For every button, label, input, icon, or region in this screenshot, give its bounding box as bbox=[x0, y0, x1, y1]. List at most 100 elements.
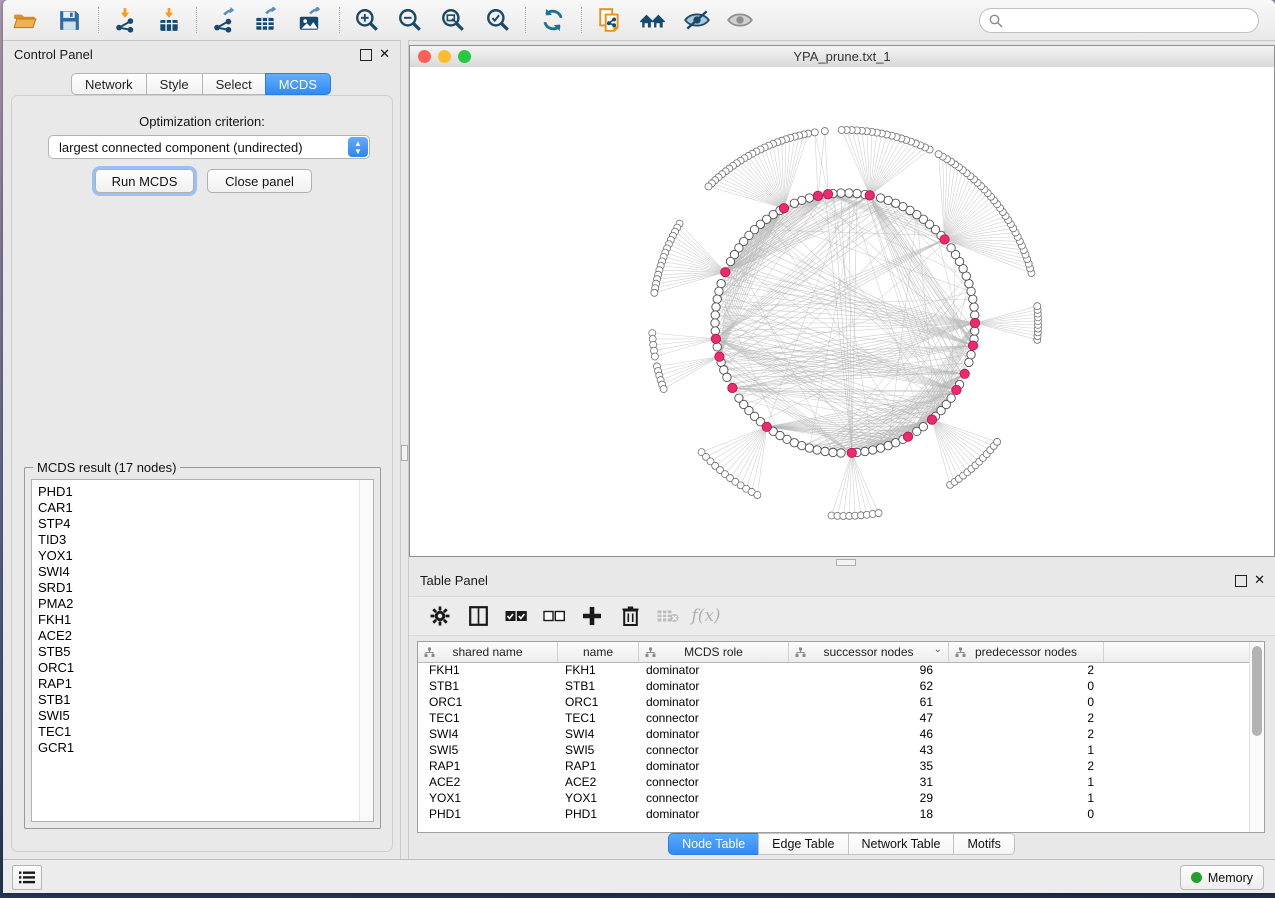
cell-shared-name[interactable]: ACE2 bbox=[418, 774, 558, 790]
table-row[interactable]: RAP1RAP1dominator352 bbox=[418, 758, 1250, 774]
export-image-icon[interactable] bbox=[292, 3, 326, 37]
cell-predecessor-nodes[interactable]: 0 bbox=[949, 694, 1104, 710]
first-neighbors-icon[interactable] bbox=[636, 3, 670, 37]
close-panel-button[interactable]: Close panel bbox=[207, 169, 312, 193]
split-columns-icon[interactable] bbox=[467, 604, 489, 628]
select-all-checkboxes-icon[interactable] bbox=[505, 604, 527, 628]
mcds-result-scrollbar[interactable] bbox=[359, 480, 373, 821]
hide-selected-icon[interactable] bbox=[680, 3, 714, 37]
cell-successor-nodes[interactable]: 61 bbox=[789, 694, 949, 710]
tab-style[interactable]: Style bbox=[146, 73, 203, 95]
criterion-dropdown[interactable]: largest connected component (undirected)… bbox=[48, 135, 370, 159]
mcds-result-item[interactable]: SRD1 bbox=[32, 580, 359, 596]
sort-chevron-icon[interactable]: ⌄ bbox=[934, 644, 942, 655]
deselect-all-checkboxes-icon[interactable] bbox=[543, 604, 565, 628]
table-row[interactable]: SWI5SWI5connector431 bbox=[418, 742, 1250, 758]
delete-column-icon[interactable] bbox=[619, 604, 641, 628]
column-header-successor-nodes[interactable]: successor nodes⌄ bbox=[789, 642, 949, 662]
cell-MCDS-role[interactable]: dominator bbox=[639, 694, 789, 710]
cell-successor-nodes[interactable]: 96 bbox=[789, 662, 949, 678]
cell-predecessor-nodes[interactable]: 0 bbox=[949, 806, 1104, 822]
cell-name[interactable]: PHD1 bbox=[558, 806, 639, 822]
cell-MCDS-role[interactable]: dominator bbox=[639, 806, 789, 822]
cell-name[interactable]: YOX1 bbox=[558, 790, 639, 806]
cell-name[interactable]: FKH1 bbox=[558, 662, 639, 678]
import-network-icon[interactable] bbox=[108, 3, 142, 37]
export-network-icon[interactable] bbox=[206, 3, 240, 37]
save-session-icon[interactable] bbox=[52, 3, 86, 37]
table-row[interactable]: PHD1PHD1dominator180 bbox=[418, 806, 1250, 822]
table-row[interactable]: ACE2ACE2connector311 bbox=[418, 774, 1250, 790]
tab-node-table[interactable]: Node Table bbox=[668, 833, 759, 855]
mcds-result-item[interactable]: TEC1 bbox=[32, 724, 359, 740]
cell-successor-nodes[interactable]: 18 bbox=[789, 806, 949, 822]
mcds-result-item[interactable]: ACE2 bbox=[32, 628, 359, 644]
mcds-result-item[interactable]: YOX1 bbox=[32, 548, 359, 564]
cell-shared-name[interactable]: RAP1 bbox=[418, 758, 558, 774]
zoom-out-icon[interactable] bbox=[393, 3, 427, 37]
table-row[interactable]: FKH1FKH1dominator962 bbox=[418, 662, 1250, 678]
mcds-result-list[interactable]: PHD1CAR1STP4TID3YOX1SWI4SRD1PMA2FKH1ACE2… bbox=[31, 479, 374, 822]
cell-shared-name[interactable]: PHD1 bbox=[418, 806, 558, 822]
cell-shared-name[interactable]: TEC1 bbox=[418, 710, 558, 726]
tab-select[interactable]: Select bbox=[202, 73, 266, 95]
tab-mcds[interactable]: MCDS bbox=[265, 73, 331, 95]
network-canvas[interactable] bbox=[410, 67, 1274, 556]
network-window-titlebar[interactable]: YPA_prune.txt_1 bbox=[410, 46, 1274, 68]
cell-name[interactable]: STB1 bbox=[558, 678, 639, 694]
column-header-name[interactable]: name bbox=[558, 642, 639, 662]
cell-predecessor-nodes[interactable]: 1 bbox=[949, 790, 1104, 806]
splitter-handle[interactable] bbox=[401, 445, 408, 461]
mcds-result-item[interactable]: RAP1 bbox=[32, 676, 359, 692]
cell-MCDS-role[interactable]: connector bbox=[639, 710, 789, 726]
column-header-predecessor-nodes[interactable]: predecessor nodes bbox=[949, 642, 1104, 662]
zoom-in-icon[interactable] bbox=[350, 3, 384, 37]
cell-shared-name[interactable]: SWI5 bbox=[418, 742, 558, 758]
cell-successor-nodes[interactable]: 31 bbox=[789, 774, 949, 790]
cell-name[interactable]: ACE2 bbox=[558, 774, 639, 790]
table-row[interactable]: SWI4SWI4dominator462 bbox=[418, 726, 1250, 742]
table-scrollbar[interactable] bbox=[1249, 642, 1264, 832]
tab-network[interactable]: Network bbox=[71, 73, 147, 95]
mcds-result-item[interactable]: STB5 bbox=[32, 644, 359, 660]
column-header-MCDS-role[interactable]: MCDS role bbox=[639, 642, 789, 662]
mcds-result-item[interactable]: PMA2 bbox=[32, 596, 359, 612]
cell-shared-name[interactable]: YOX1 bbox=[418, 790, 558, 806]
zoom-fit-icon[interactable] bbox=[436, 3, 470, 37]
cell-predecessor-nodes[interactable]: 1 bbox=[949, 742, 1104, 758]
mcds-result-item[interactable]: PHD1 bbox=[32, 484, 359, 500]
table-row[interactable]: TEC1TEC1connector472 bbox=[418, 710, 1250, 726]
show-all-icon[interactable] bbox=[723, 3, 757, 37]
cell-MCDS-role[interactable]: connector bbox=[639, 790, 789, 806]
table-row[interactable]: STB1STB1dominator620 bbox=[418, 678, 1250, 694]
table-row[interactable]: YOX1YOX1connector291 bbox=[418, 790, 1250, 806]
duplicate-network-icon[interactable] bbox=[593, 3, 627, 37]
cell-MCDS-role[interactable]: dominator bbox=[639, 758, 789, 774]
cell-MCDS-role[interactable]: dominator bbox=[639, 726, 789, 742]
search-input[interactable] bbox=[1009, 12, 1258, 29]
table-row[interactable]: ORC1ORC1dominator610 bbox=[418, 694, 1250, 710]
cell-MCDS-role[interactable]: connector bbox=[639, 742, 789, 758]
mcds-result-item[interactable]: CAR1 bbox=[32, 500, 359, 516]
cell-shared-name[interactable]: FKH1 bbox=[418, 662, 558, 678]
cell-successor-nodes[interactable]: 47 bbox=[789, 710, 949, 726]
cell-predecessor-nodes[interactable]: 2 bbox=[949, 662, 1104, 678]
cell-successor-nodes[interactable]: 46 bbox=[789, 726, 949, 742]
add-column-icon[interactable] bbox=[581, 604, 603, 628]
tab-edge-table[interactable]: Edge Table bbox=[758, 833, 848, 855]
cell-predecessor-nodes[interactable]: 0 bbox=[949, 678, 1104, 694]
cell-shared-name[interactable]: STB1 bbox=[418, 678, 558, 694]
tab-motifs[interactable]: Motifs bbox=[953, 833, 1014, 855]
cell-shared-name[interactable]: SWI4 bbox=[418, 726, 558, 742]
float-panel-icon[interactable] bbox=[1235, 575, 1247, 587]
column-header-shared-name[interactable]: shared name bbox=[418, 642, 558, 662]
cell-MCDS-role[interactable]: dominator bbox=[639, 678, 789, 694]
cell-predecessor-nodes[interactable]: 2 bbox=[949, 758, 1104, 774]
tab-network-table[interactable]: Network Table bbox=[848, 833, 955, 855]
mcds-result-item[interactable]: STP4 bbox=[32, 516, 359, 532]
cell-predecessor-nodes[interactable]: 1 bbox=[949, 774, 1104, 790]
run-mcds-button[interactable]: Run MCDS bbox=[95, 169, 194, 193]
float-panel-icon[interactable] bbox=[360, 49, 372, 61]
cell-successor-nodes[interactable]: 43 bbox=[789, 742, 949, 758]
scrollbar-thumb[interactable] bbox=[1252, 646, 1262, 736]
